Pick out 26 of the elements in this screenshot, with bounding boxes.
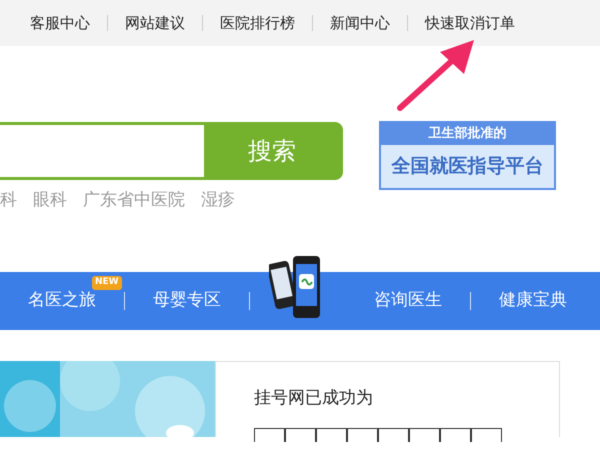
top-link[interactable]: 新闻中心 xyxy=(330,12,390,34)
top-link[interactable]: 医院排行榜 xyxy=(220,12,295,34)
suggestion-link[interactable]: 科 xyxy=(0,188,17,214)
top-link[interactable]: 网站建议 xyxy=(125,12,185,34)
nav-link-item[interactable]: 母婴专区 xyxy=(153,290,221,310)
counter-digit-box xyxy=(254,428,285,442)
nav-link-item[interactable]: 健康宝典 xyxy=(499,290,567,310)
suggestion-link[interactable]: 湿疹 xyxy=(201,188,235,214)
counter-digit-box xyxy=(347,428,378,442)
counter-digit-box xyxy=(316,428,347,442)
new-badge: NEW xyxy=(92,276,122,290)
top-link[interactable]: 客服中心 xyxy=(30,12,90,34)
nav-link-item[interactable]: 咨询医生 xyxy=(374,290,442,310)
search-field[interactable]: 搜索 xyxy=(0,122,343,180)
nav-link-item[interactable]: 名医之旅 xyxy=(28,290,96,310)
suggestion-link[interactable]: 广东省中医院 xyxy=(83,188,185,214)
counter-digit-box xyxy=(378,428,409,442)
counter-digit-box xyxy=(440,428,471,442)
badge-title: 全国就医指导平台 xyxy=(381,145,554,188)
suggestion-link[interactable]: 眼科 xyxy=(33,188,67,214)
top-link[interactable]: 快速取消订单 xyxy=(425,12,515,34)
counter-digit-box xyxy=(471,428,502,442)
counter-digit-box xyxy=(409,428,440,442)
counter-digit-box xyxy=(285,428,316,442)
headline: 挂号网已成功为 xyxy=(254,387,374,410)
badge-subtitle: 卫生部批准的 xyxy=(428,124,508,143)
